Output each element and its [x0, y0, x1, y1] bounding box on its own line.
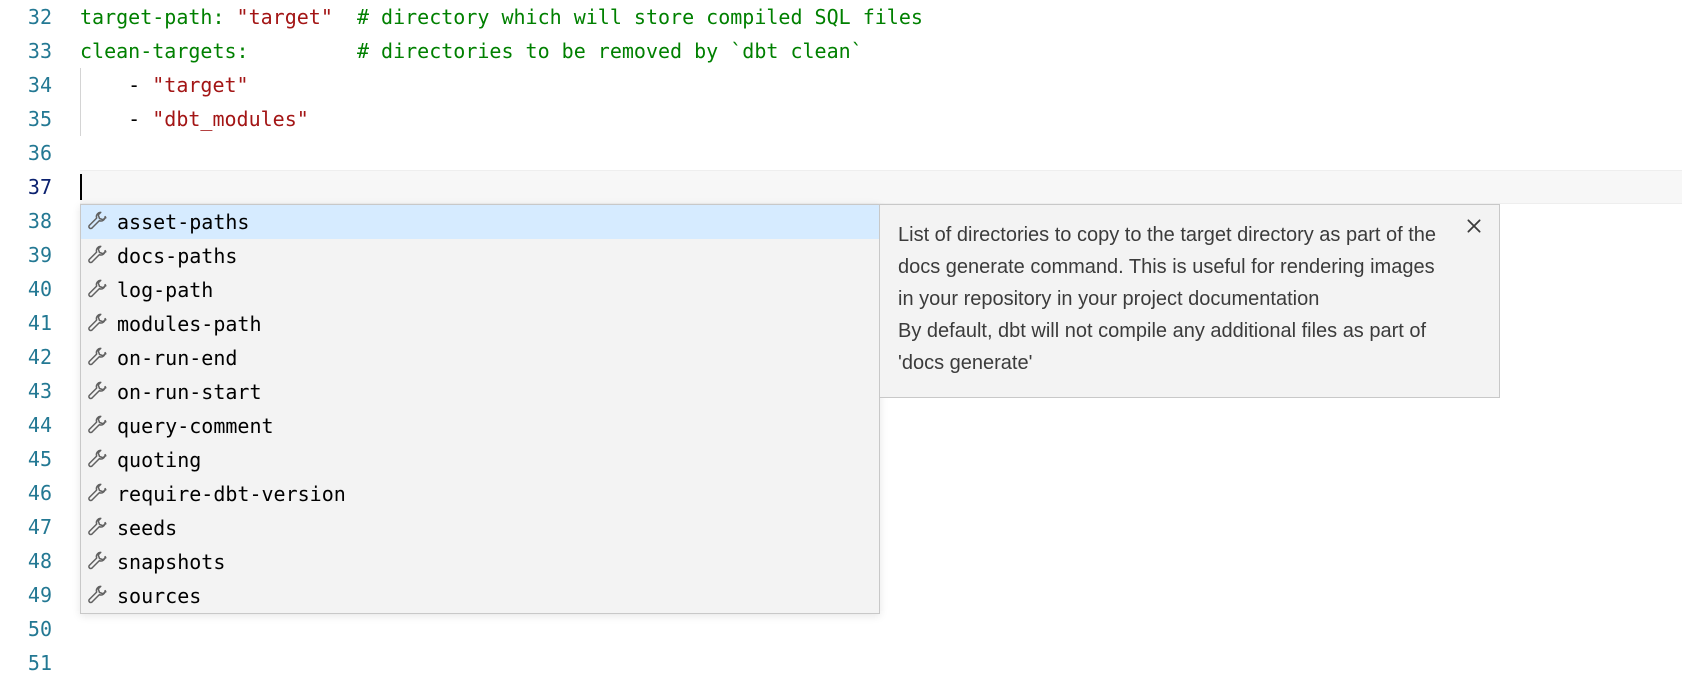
suggestion-item[interactable]: snapshots: [81, 545, 879, 579]
wrench-icon: [87, 517, 109, 539]
line-number: 50: [0, 612, 52, 646]
wrench-icon: [87, 381, 109, 403]
code-line-active[interactable]: [80, 170, 1682, 204]
yaml-key: target-path: [80, 5, 212, 29]
suggestion-label: quoting: [117, 448, 201, 472]
line-number: 45: [0, 442, 52, 476]
line-number: 36: [0, 136, 52, 170]
yaml-comment: # directory which will store compiled SQ…: [357, 5, 923, 29]
wrench-icon: [87, 211, 109, 233]
line-number: 37: [0, 170, 52, 204]
line-number: 51: [0, 646, 52, 680]
code-editor[interactable]: 32 33 34 35 36 37 38 39 40 41 42 43 44 4…: [0, 0, 1682, 700]
suggestion-item[interactable]: on-run-end: [81, 341, 879, 375]
line-number-gutter: 32 33 34 35 36 37 38 39 40 41 42 43 44 4…: [0, 0, 80, 700]
suggestion-label: modules-path: [117, 312, 262, 336]
suggestion-label: log-path: [117, 278, 213, 302]
code-line[interactable]: [80, 646, 1682, 680]
line-number: 47: [0, 510, 52, 544]
line-number: 42: [0, 340, 52, 374]
code-line[interactable]: [80, 612, 1682, 646]
line-number: 49: [0, 578, 52, 612]
line-number: 38: [0, 204, 52, 238]
suggestion-label: query-comment: [117, 414, 274, 438]
line-number: 32: [0, 0, 52, 34]
suggestion-item[interactable]: query-comment: [81, 409, 879, 443]
suggestion-item[interactable]: log-path: [81, 273, 879, 307]
wrench-icon: [87, 279, 109, 301]
suggestion-description: List of directories to copy to the targe…: [898, 219, 1449, 379]
suggestion-detail-panel: List of directories to copy to the targe…: [880, 204, 1500, 398]
yaml-comment: # directories to be removed by `dbt clea…: [357, 39, 863, 63]
close-icon[interactable]: [1465, 217, 1485, 237]
suggestion-item[interactable]: on-run-start: [81, 375, 879, 409]
wrench-icon: [87, 313, 109, 335]
suggestion-label: on-run-start: [117, 380, 262, 404]
yaml-string: "target": [152, 73, 248, 97]
line-number: 35: [0, 102, 52, 136]
autocomplete-popup: asset-paths docs-paths log-path modules-pat…: [80, 204, 1500, 614]
line-number: 33: [0, 34, 52, 68]
code-area[interactable]: target-path: "target" # directory which …: [80, 0, 1682, 700]
suggestion-label: sources: [117, 584, 201, 608]
wrench-icon: [87, 347, 109, 369]
suggestion-label: docs-paths: [117, 244, 237, 268]
wrench-icon: [87, 483, 109, 505]
line-number: 46: [0, 476, 52, 510]
yaml-string: "target": [237, 5, 333, 29]
line-number: 48: [0, 544, 52, 578]
suggestion-item[interactable]: require-dbt-version: [81, 477, 879, 511]
wrench-icon: [87, 415, 109, 437]
suggestion-item[interactable]: seeds: [81, 511, 879, 545]
line-number: 40: [0, 272, 52, 306]
wrench-icon: [87, 551, 109, 573]
line-number: 34: [0, 68, 52, 102]
code-line[interactable]: - "dbt_modules": [80, 102, 1682, 136]
suggestion-item[interactable]: modules-path: [81, 307, 879, 341]
wrench-icon: [87, 449, 109, 471]
suggestion-list[interactable]: asset-paths docs-paths log-path modules-pat…: [80, 204, 880, 614]
line-number: 44: [0, 408, 52, 442]
code-line[interactable]: - "target": [80, 68, 1682, 102]
text-cursor: [80, 174, 82, 200]
suggestion-item[interactable]: sources: [81, 579, 879, 613]
wrench-icon: [87, 585, 109, 607]
suggestion-label: seeds: [117, 516, 177, 540]
code-line[interactable]: clean-targets: # directories to be remov…: [80, 34, 1682, 68]
suggestion-item[interactable]: quoting: [81, 443, 879, 477]
suggestion-label: require-dbt-version: [117, 482, 346, 506]
code-line[interactable]: [80, 136, 1682, 170]
wrench-icon: [87, 245, 109, 267]
yaml-key: clean-targets: [80, 39, 237, 63]
line-number: 41: [0, 306, 52, 340]
suggestion-item[interactable]: asset-paths: [81, 205, 879, 239]
suggestion-label: snapshots: [117, 550, 225, 574]
line-number: 43: [0, 374, 52, 408]
code-line[interactable]: target-path: "target" # directory which …: [80, 0, 1682, 34]
suggestion-label: on-run-end: [117, 346, 237, 370]
line-number: 39: [0, 238, 52, 272]
suggestion-label: asset-paths: [117, 210, 249, 234]
suggestion-item[interactable]: docs-paths: [81, 239, 879, 273]
yaml-string: "dbt_modules": [152, 107, 309, 131]
